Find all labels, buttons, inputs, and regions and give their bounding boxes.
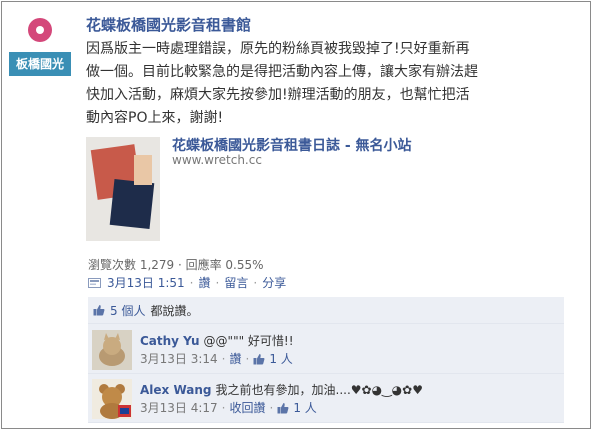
commenter-avatar[interactable] <box>92 379 132 419</box>
comment-meta: 3月13日 4:17 · 收回讚 · 1 人 <box>140 399 317 416</box>
teddy-bear-photo-icon <box>92 379 132 419</box>
post-message: 因爲版主一時處理錯誤，原先的粉絲頁被我毀掉了!只好重新再 做一個。目前比較緊急的… <box>86 41 478 126</box>
attachment-url: www.wretch.cc <box>172 153 262 167</box>
thumb-note <box>134 155 152 185</box>
post-stats: 瀏覽次數 1,279 · 回應率 0.55% <box>88 258 264 272</box>
separator: · <box>269 400 274 415</box>
comment-text: 我之前也有參加，加油....♥✿◕‿◕✿♥ <box>215 383 423 397</box>
separator: · <box>245 351 250 366</box>
attachment[interactable]: 花蝶板橋國光影音租書日誌 - 無名小站 www.wretch.cc <box>86 133 566 245</box>
comment-unlike-link[interactable]: 收回讚 <box>230 399 266 416</box>
comment-item: Alex Wang 我之前也有參加，加油....♥✿◕‿◕✿♥ 3月13日 4:1… <box>88 374 564 423</box>
comment-link[interactable]: 留言 <box>224 274 248 291</box>
avatar-label: 板橋國光 <box>9 52 71 76</box>
separator: · <box>221 351 226 366</box>
link-share-icon <box>88 277 101 288</box>
comment-author[interactable]: Alex Wang <box>140 383 212 397</box>
comment-likes-count[interactable]: 1 人 <box>269 350 292 367</box>
like-link[interactable]: 讚 <box>199 274 211 291</box>
comment-author-link[interactable]: Cathy Yu @@""" 好可惜!! <box>140 332 294 349</box>
separator: · <box>253 275 258 290</box>
comment-item: Cathy Yu @@""" 好可惜!! 3月13日 3:14 · 讚 · 1 人 <box>88 325 564 374</box>
separator: · <box>215 275 220 290</box>
comment-text: @@""" 好可惜!! <box>203 334 294 348</box>
comment-likes-count[interactable]: 1 人 <box>293 399 316 416</box>
likes-summary: 5 個人 都說讚。 <box>88 297 564 324</box>
comment-date[interactable]: 3月13日 3:14 <box>140 350 218 367</box>
separator: · <box>221 400 226 415</box>
cat-photo-icon <box>92 330 132 370</box>
comment-date[interactable]: 3月13日 4:17 <box>140 399 218 416</box>
page-name-link[interactable]: 花蝶板橋國光影音租書館 <box>86 14 251 35</box>
likes-suffix: 都說讚。 <box>150 303 199 318</box>
thumbs-up-icon <box>253 353 265 364</box>
page-avatar[interactable]: 板橋國光 <box>9 14 71 76</box>
thumb-navy-card <box>109 179 155 229</box>
comment-author[interactable]: Cathy Yu <box>140 334 200 348</box>
thumbs-up-icon <box>93 305 105 316</box>
comment-like-link[interactable]: 讚 <box>230 350 242 367</box>
attachment-title-link[interactable]: 花蝶板橋國光影音租書日誌 - 無名小站 <box>172 135 412 155</box>
likes-count-link[interactable]: 5 個人 <box>110 302 145 319</box>
thumbs-up-icon <box>277 402 289 413</box>
flower-logo-icon <box>28 18 52 42</box>
attachment-thumbnail[interactable] <box>86 137 160 241</box>
comment-meta: 3月13日 3:14 · 讚 · 1 人 <box>140 350 293 367</box>
post-meta: 3月13日 1:51 · 讚 · 留言 · 分享 <box>88 274 286 291</box>
comment-author-link[interactable]: Alex Wang 我之前也有參加，加油....♥✿◕‿◕✿♥ <box>140 381 423 398</box>
feedback-box: 5 個人 都說讚。 Cathy Yu @@""" 好可惜!! 3月13日 3:14… <box>88 297 564 423</box>
separator: · <box>189 275 194 290</box>
post-date-link[interactable]: 3月13日 1:51 <box>107 274 185 291</box>
commenter-avatar[interactable] <box>92 330 132 370</box>
share-link[interactable]: 分享 <box>262 274 286 291</box>
